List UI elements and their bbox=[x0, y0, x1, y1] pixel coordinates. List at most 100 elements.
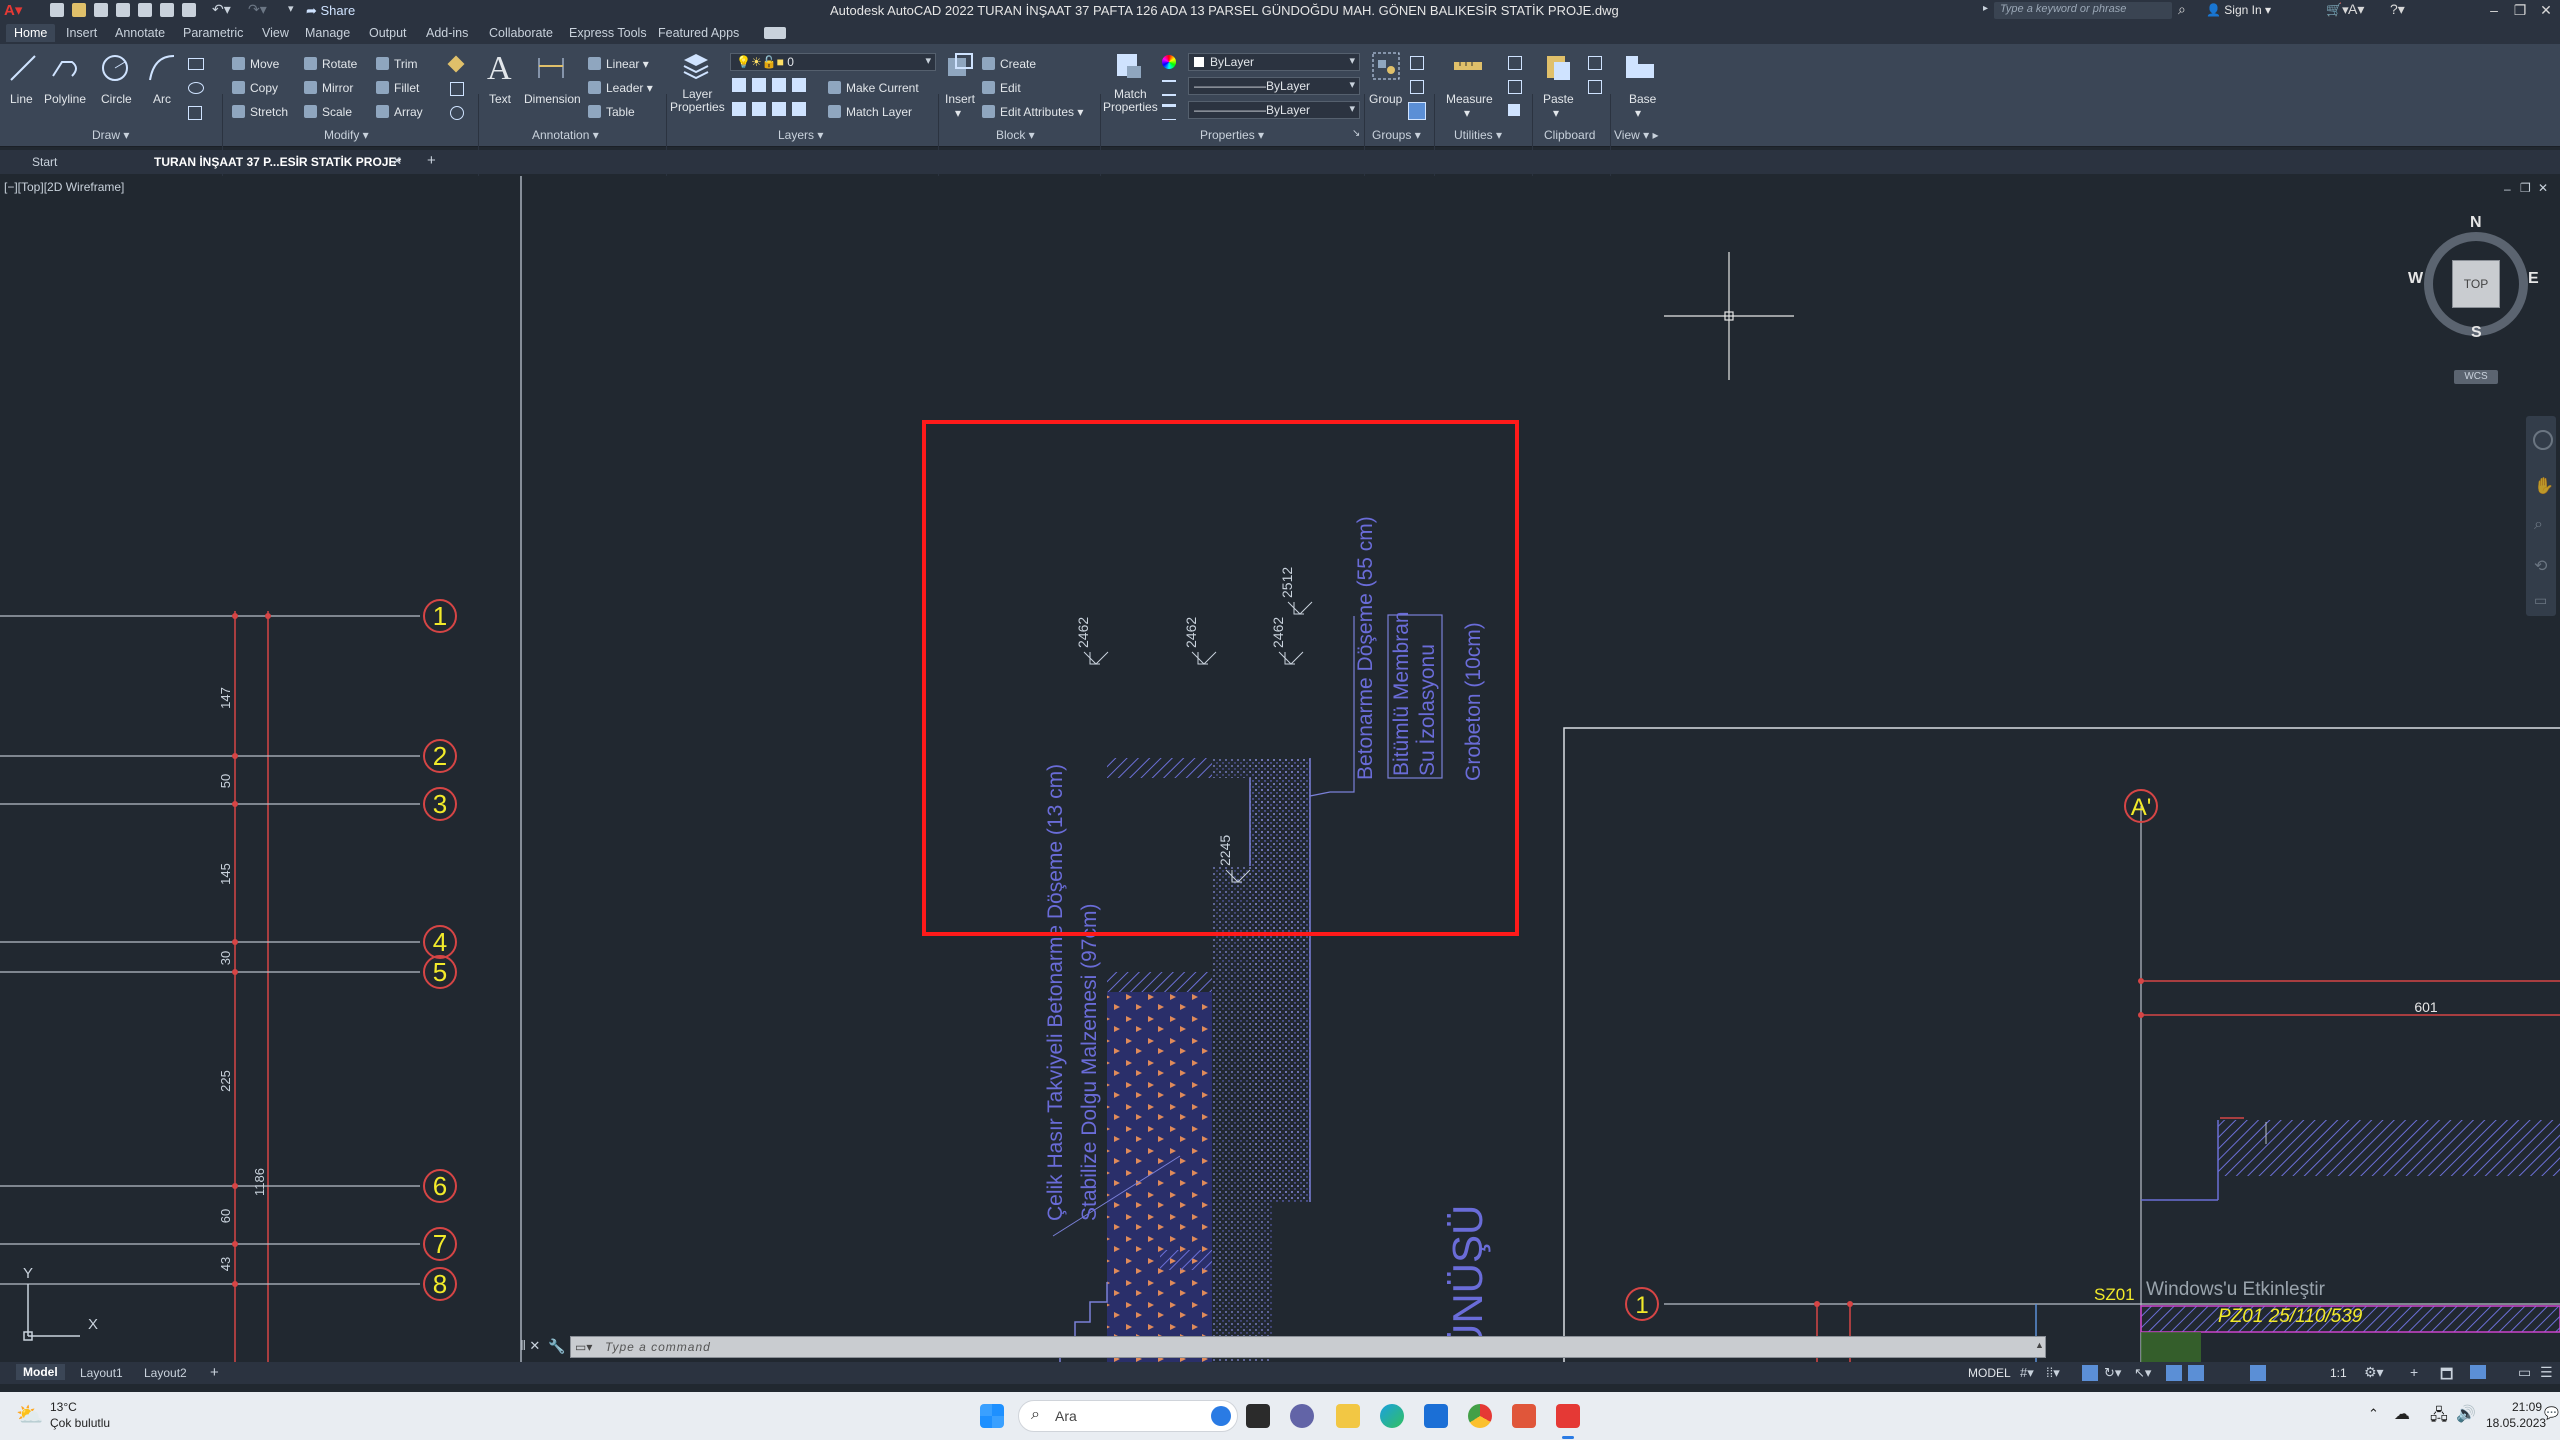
task-view-icon[interactable] bbox=[1246, 1404, 1270, 1428]
linear-dropdown[interactable]: Linear ▾ bbox=[588, 57, 649, 71]
tab-add-ins[interactable]: Add-ins bbox=[426, 26, 468, 40]
notifications-icon[interactable]: 💬 bbox=[2544, 1406, 2559, 1420]
clean-screen-icon[interactable]: ▭ bbox=[2518, 1364, 2531, 1381]
mirror-button[interactable]: Mirror bbox=[304, 81, 353, 95]
measure-icon[interactable] bbox=[1452, 50, 1484, 82]
copy-clip-icon[interactable] bbox=[1588, 80, 1602, 94]
move-button[interactable]: Move bbox=[232, 57, 279, 71]
polyline-icon[interactable] bbox=[50, 52, 82, 84]
dimension-button[interactable]: Dimension bbox=[524, 92, 581, 106]
print-icon[interactable] bbox=[160, 3, 174, 17]
tab-output[interactable]: Output bbox=[369, 26, 407, 40]
array-button[interactable]: Array bbox=[376, 105, 423, 119]
wcs-menu[interactable]: WCS bbox=[2454, 370, 2498, 384]
edge-icon[interactable] bbox=[1380, 1404, 1404, 1428]
chrome-icon[interactable] bbox=[1468, 1404, 1492, 1428]
match-layer-button[interactable]: Match Layer bbox=[828, 105, 912, 119]
new-tab-icon[interactable]: + bbox=[427, 152, 436, 169]
tab-model[interactable]: Model bbox=[16, 1364, 65, 1380]
navigation-bar[interactable]: ✋ ⌕ ⟲ ▭ bbox=[2526, 416, 2556, 616]
leader-dropdown[interactable]: Leader ▾ bbox=[588, 81, 653, 95]
tab-start[interactable]: Start bbox=[32, 155, 57, 169]
layer-tools-row1-icon[interactable] bbox=[732, 78, 812, 92]
groups-panel-title[interactable]: Groups ▾ bbox=[1372, 128, 1421, 142]
base-view-icon[interactable] bbox=[1624, 50, 1656, 82]
help-icon[interactable]: ?▾ bbox=[2390, 1, 2405, 18]
explode-icon[interactable] bbox=[450, 82, 464, 96]
drawing-canvas[interactable]: [−][Top][2D Wireframe] – ❐ ✕ 1 2 3 4 5 6… bbox=[0, 176, 2560, 1362]
layer-tools-row2-icon[interactable] bbox=[732, 102, 812, 116]
viewcube-east[interactable]: E bbox=[2528, 270, 2539, 288]
recent-commands-icon[interactable]: ▭▾ bbox=[575, 1340, 592, 1354]
polar-icon[interactable]: ↻▾ bbox=[2104, 1365, 2121, 1381]
block-panel-title[interactable]: Block ▾ bbox=[996, 128, 1035, 142]
lineweight-dropdown[interactable]: ——————ByLayer bbox=[1188, 101, 1360, 119]
tab-layout2[interactable]: Layout2 bbox=[144, 1366, 187, 1380]
save-as-icon[interactable] bbox=[116, 3, 130, 17]
command-scroll-icon[interactable]: ▲ bbox=[2035, 1340, 2044, 1350]
new-file-icon[interactable] bbox=[50, 3, 64, 17]
draw-panel-title[interactable]: Draw ▾ bbox=[92, 128, 129, 142]
line-button[interactable]: Line bbox=[10, 92, 33, 106]
trim-button[interactable]: Trim bbox=[376, 57, 418, 71]
circle-icon[interactable] bbox=[99, 52, 131, 84]
save-icon[interactable] bbox=[94, 3, 108, 17]
open-file-icon[interactable] bbox=[72, 3, 86, 17]
tab-collaborate[interactable]: Collaborate bbox=[489, 26, 553, 40]
annotation-visibility-icon[interactable] bbox=[2250, 1365, 2266, 1381]
calculator-icon[interactable] bbox=[1508, 104, 1520, 116]
weather-icon[interactable]: ⛅ bbox=[16, 1402, 43, 1428]
offset-icon[interactable] bbox=[450, 106, 464, 120]
arc-button[interactable]: Arc bbox=[153, 92, 171, 106]
line-icon[interactable] bbox=[7, 52, 39, 84]
pan-icon[interactable]: ✋ bbox=[2534, 476, 2554, 496]
ribbon-minimize-icon[interactable] bbox=[764, 27, 786, 39]
insert-block-icon[interactable] bbox=[944, 50, 976, 82]
osnap-icon[interactable]: ↖▾ bbox=[2134, 1365, 2151, 1381]
snap-icon[interactable]: ⁞⁞▾ bbox=[2046, 1365, 2060, 1381]
viewcube-north[interactable]: N bbox=[2470, 214, 2482, 232]
dimension-icon[interactable] bbox=[535, 52, 567, 84]
text-icon[interactable]: A bbox=[487, 50, 512, 88]
command-input[interactable]: Type a command bbox=[605, 1340, 711, 1354]
bing-icon[interactable] bbox=[1211, 1406, 1231, 1426]
autocad-taskbar-icon[interactable] bbox=[1556, 1404, 1580, 1428]
copy-button[interactable]: Copy bbox=[232, 81, 278, 95]
search-icon[interactable]: ⌕ bbox=[2178, 1, 2186, 18]
tab-manage[interactable]: Manage bbox=[305, 26, 350, 40]
lineweight-icon[interactable] bbox=[1162, 104, 1176, 120]
tab-home[interactable]: Home bbox=[6, 24, 56, 42]
lineweight-toggle-icon[interactable] bbox=[2188, 1365, 2204, 1381]
scale-button[interactable]: Scale bbox=[304, 105, 352, 119]
clipboard-panel-title[interactable]: Clipboard bbox=[1544, 128, 1595, 142]
tab-layout1[interactable]: Layout1 bbox=[80, 1366, 123, 1380]
annotation-scale[interactable]: 1:1 bbox=[2330, 1366, 2347, 1380]
help-search-input[interactable]: Type a keyword or phrase bbox=[1994, 2, 2172, 19]
modify-panel-title[interactable]: Modify ▾ bbox=[324, 128, 369, 142]
clock-date[interactable]: 18.05.2023 bbox=[2486, 1416, 2546, 1430]
onedrive-icon[interactable]: ☁ bbox=[2394, 1404, 2410, 1424]
erase-icon[interactable] bbox=[447, 55, 465, 73]
group-selection-icon[interactable] bbox=[1408, 102, 1426, 120]
utilities-panel-title[interactable]: Utilities ▾ bbox=[1454, 128, 1502, 142]
layer-dropdown[interactable]: 💡☀🔓■ 0 bbox=[730, 53, 936, 71]
layers-panel-title[interactable]: Layers ▾ bbox=[778, 128, 823, 142]
tab-express-tools[interactable]: Express Tools bbox=[569, 26, 647, 40]
group-edit-icon[interactable] bbox=[1410, 80, 1424, 94]
share-button[interactable]: ➦ Share bbox=[306, 3, 355, 19]
close-button[interactable]: ✕ bbox=[2536, 2, 2556, 18]
weather-temperature[interactable]: 13°C bbox=[50, 1400, 77, 1414]
base-button[interactable]: Base ▾ bbox=[1629, 92, 1656, 120]
measure-button[interactable]: Measure ▾ bbox=[1446, 92, 1493, 120]
create-block-button[interactable]: Create bbox=[982, 57, 1036, 71]
close-tab-icon[interactable]: ✕ bbox=[392, 154, 402, 168]
arc-icon[interactable] bbox=[146, 52, 178, 84]
new-layout-icon[interactable]: + bbox=[210, 1364, 219, 1381]
paste-icon[interactable] bbox=[1542, 50, 1574, 82]
color-dropdown[interactable]: ByLayer bbox=[1188, 53, 1360, 71]
sign-in-button[interactable]: 👤 Sign In ▾ bbox=[2206, 3, 2271, 17]
customization-icon[interactable]: ☰ bbox=[2540, 1364, 2553, 1381]
ortho-icon[interactable] bbox=[2082, 1365, 2098, 1381]
showmotion-icon[interactable]: ▭ bbox=[2534, 592, 2547, 609]
viewcube[interactable]: TOP N S E W bbox=[2408, 214, 2539, 346]
